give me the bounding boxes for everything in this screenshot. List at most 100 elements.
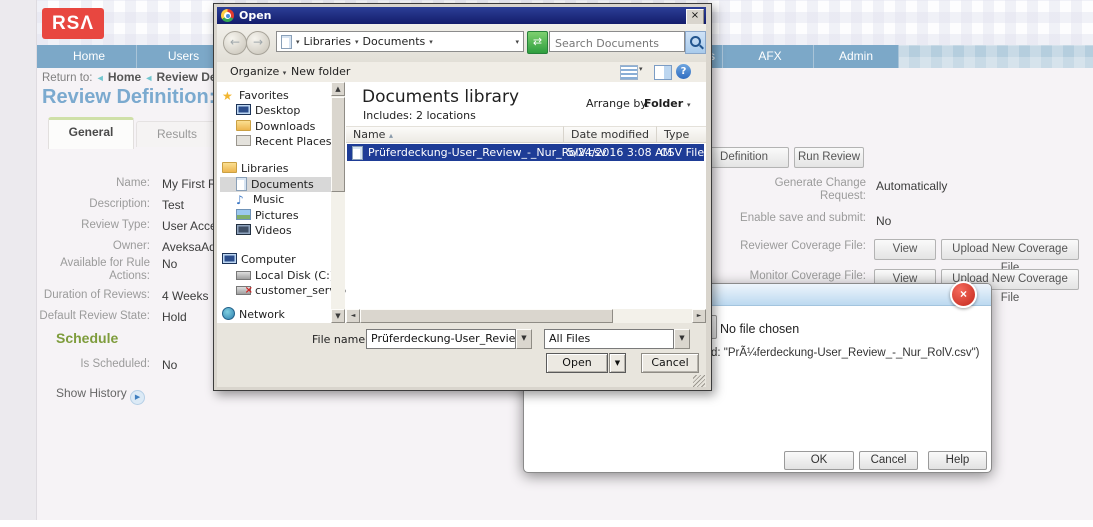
search-input[interactable] xyxy=(550,34,684,53)
tab-results[interactable]: Results xyxy=(136,121,218,147)
schedule-heading: Schedule xyxy=(56,330,118,346)
search-icon[interactable] xyxy=(685,31,706,54)
run-review-button[interactable]: Run Review xyxy=(794,147,864,168)
new-folder-button[interactable]: New folder xyxy=(291,65,350,78)
scrollbar-thumb[interactable] xyxy=(331,97,345,192)
column-header-date-modified[interactable]: Date modified xyxy=(564,126,657,143)
library-title: Documents library xyxy=(362,87,519,107)
show-history-toggle[interactable]: Show History xyxy=(56,386,145,405)
tree-item-downloads[interactable]: Downloads xyxy=(220,119,344,134)
address-dropdown-icon[interactable] xyxy=(515,38,519,46)
help-icon[interactable]: ? xyxy=(676,64,691,79)
csv-file-icon xyxy=(352,146,363,160)
preview-pane-icon[interactable] xyxy=(654,65,672,80)
organize-menu[interactable]: Organize xyxy=(230,65,286,78)
refresh-button[interactable] xyxy=(527,31,548,54)
tree-item-customer-service[interactable]: customer_service ( xyxy=(220,283,344,298)
breadcrumb-documents[interactable]: Documents xyxy=(363,35,426,48)
field-value-rule-actions: No xyxy=(162,257,177,271)
file-name-input[interactable]: Prüferdeckung-User_Review_-_Nur_ xyxy=(366,329,516,349)
field-value-enable-save-submit: No xyxy=(876,214,891,228)
file-date-cell: 5/24/2016 3:08 AM xyxy=(567,144,672,161)
file-type-dropdown-icon[interactable] xyxy=(674,329,690,349)
field-label-owner: Owner: xyxy=(30,240,150,253)
chevron-down-icon xyxy=(283,69,287,77)
tree-item-favorites[interactable]: Favorites xyxy=(220,88,330,103)
scroll-up-button[interactable] xyxy=(331,82,345,96)
last-uploaded-file-text: d: "PrÃ¼ferdeckung-User_Review_-_Nur_Rol… xyxy=(711,347,980,359)
address-bar[interactable]: Libraries Documents xyxy=(276,31,524,52)
view-dropdown-icon[interactable] xyxy=(639,65,643,73)
nav-bar-filler xyxy=(898,45,1093,68)
nav-tab-home[interactable]: Home xyxy=(42,45,137,68)
column-header-name[interactable]: Name xyxy=(346,126,564,143)
definition-button[interactable]: Definition xyxy=(699,147,789,168)
tree-item-recent-places[interactable]: Recent Places xyxy=(220,134,344,149)
change-view-icon[interactable] xyxy=(620,65,638,80)
command-toolbar: Organize New folder ? xyxy=(217,62,706,83)
scroll-down-button[interactable] xyxy=(331,309,345,323)
expand-arrow-icon[interactable] xyxy=(130,390,145,405)
file-type-select[interactable]: All Files xyxy=(544,329,674,349)
tree-item-documents[interactable]: Documents xyxy=(220,177,344,192)
scrollbar-thumb[interactable] xyxy=(360,309,613,323)
field-label-name: Name: xyxy=(30,177,150,190)
cancel-button[interactable]: Cancel xyxy=(641,353,699,373)
desktop-icon xyxy=(236,104,251,115)
close-icon[interactable] xyxy=(950,281,977,308)
nav-tab-afx[interactable]: AFX xyxy=(727,45,814,68)
tree-item-local-disk[interactable]: Local Disk (C:) xyxy=(220,268,344,283)
tree-item-pictures[interactable]: Pictures xyxy=(220,208,344,223)
column-header-type[interactable]: Type xyxy=(657,126,706,143)
arrange-by-dropdown[interactable]: Folder xyxy=(644,97,691,110)
tree-item-network[interactable]: Network xyxy=(220,307,330,322)
bottom-margin xyxy=(0,520,1093,527)
library-includes: Includes: 2 locations xyxy=(363,109,476,122)
breadcrumb-arrow-icon xyxy=(144,73,153,83)
nav-tab-admin[interactable]: Admin xyxy=(814,45,899,68)
scroll-right-button[interactable] xyxy=(692,309,706,323)
chevron-down-icon[interactable] xyxy=(355,38,359,46)
breadcrumb-arrow-icon xyxy=(96,73,105,83)
rsa-logo: RSΛ xyxy=(42,8,104,39)
tree-item-libraries[interactable]: Libraries xyxy=(220,161,330,176)
chevron-down-icon[interactable] xyxy=(429,38,433,46)
scroll-left-button[interactable] xyxy=(346,309,360,323)
tree-item-computer[interactable]: Computer xyxy=(220,252,330,267)
file-name-dropdown-icon[interactable] xyxy=(516,329,532,349)
sort-ascending-icon xyxy=(389,131,393,140)
field-label-is-scheduled: Is Scheduled: xyxy=(30,358,150,371)
resize-grip[interactable] xyxy=(693,375,705,387)
tree-item-music[interactable]: Music xyxy=(220,192,344,207)
file-list-pane: Documents library Includes: 2 locations … xyxy=(346,82,706,323)
breadcrumb-home-link[interactable]: Home xyxy=(108,70,141,84)
computer-icon xyxy=(222,253,237,264)
chevron-down-icon[interactable] xyxy=(296,38,300,46)
videos-icon xyxy=(236,224,251,235)
back-button[interactable] xyxy=(223,31,247,55)
downloads-folder-icon xyxy=(236,120,251,131)
field-label-duration: Duration of Reviews: xyxy=(30,289,150,302)
tab-general[interactable]: General xyxy=(48,117,134,149)
chrome-icon xyxy=(221,9,234,22)
tree-item-videos[interactable]: Videos xyxy=(220,223,344,238)
field-label-rule-actions: Available for Rule Actions: xyxy=(30,257,150,283)
forward-button[interactable] xyxy=(246,31,270,55)
open-dropdown-icon[interactable] xyxy=(609,353,626,373)
view-reviewer-coverage-button[interactable]: View xyxy=(874,239,936,260)
dialog-title-bar[interactable]: Open xyxy=(217,7,706,24)
field-value-duration: 4 Weeks xyxy=(162,289,208,303)
field-value-generate-change-request: Automatically xyxy=(876,179,947,193)
breadcrumb-libraries[interactable]: Libraries xyxy=(304,35,352,48)
recent-places-icon xyxy=(236,135,251,146)
upload-reviewer-coverage-button[interactable]: Upload New Coverage File xyxy=(941,239,1079,260)
file-row-selected[interactable]: Prüferdeckung-User_Review_-_Nur_RolV.csv… xyxy=(347,144,704,161)
ok-button[interactable]: OK xyxy=(784,451,854,470)
help-button[interactable]: Help xyxy=(928,451,987,470)
close-icon[interactable] xyxy=(686,9,704,25)
open-button[interactable]: Open xyxy=(546,353,608,373)
tree-item-desktop[interactable]: Desktop xyxy=(220,103,344,118)
cancel-button[interactable]: Cancel xyxy=(859,451,918,470)
breadcrumb-review-link[interactable]: Review De xyxy=(157,70,217,84)
show-history-label: Show History xyxy=(56,386,127,400)
